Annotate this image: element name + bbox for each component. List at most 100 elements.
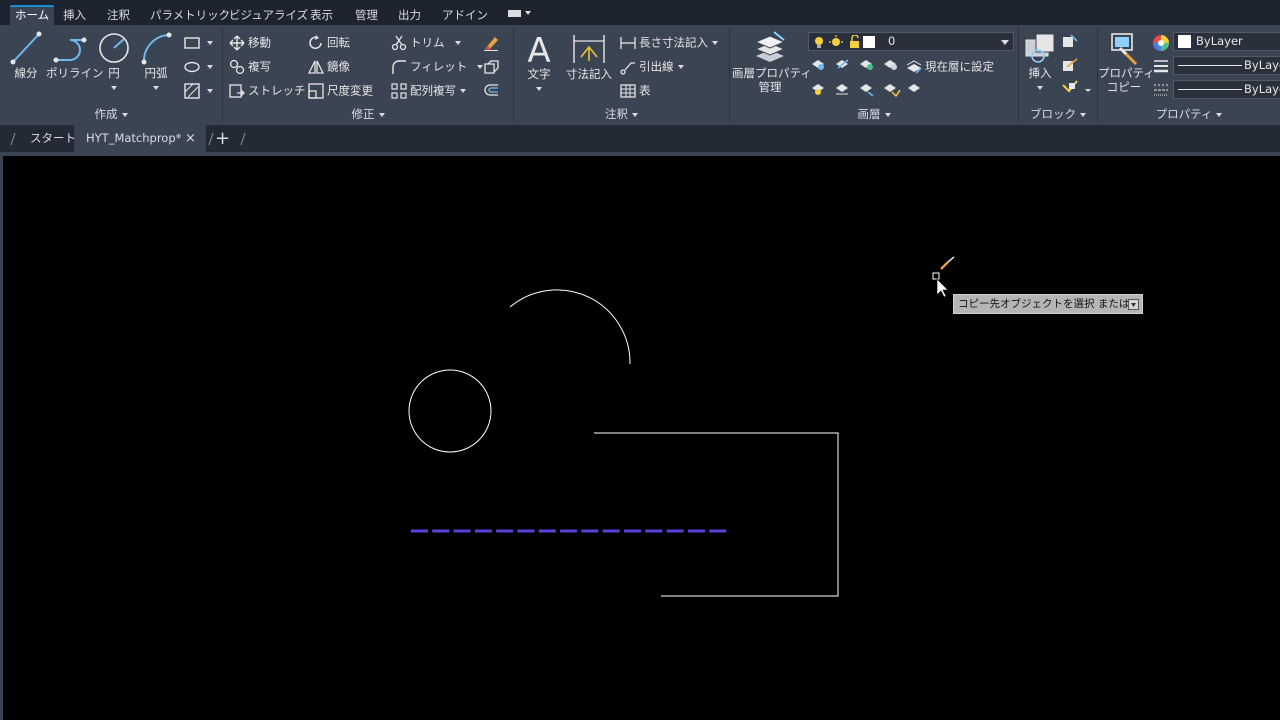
chevron-down-icon — [460, 88, 466, 93]
erase-button[interactable] — [483, 32, 502, 52]
new-tab-button[interactable]: + — [215, 125, 230, 152]
circle-button[interactable]: 円 — [96, 30, 132, 94]
cursor-arrow-icon — [936, 278, 949, 298]
layer-dropdown[interactable]: 0 — [808, 32, 1014, 51]
down-arrow-icon[interactable] — [1128, 299, 1139, 310]
panel-annotation: A 文字 寸法記入 長さ寸法記入 引出線 表 注釈 — [514, 25, 729, 125]
fillet-button[interactable]: フィレット — [391, 56, 484, 76]
chevron-down-icon — [207, 88, 213, 93]
ellipse-button[interactable] — [184, 56, 213, 76]
scissors-icon — [391, 35, 407, 50]
tab-view[interactable]: 表示 — [305, 5, 338, 25]
make-current-layer-button[interactable]: 現在層に設定 — [906, 56, 994, 76]
chevron-down-icon — [1080, 112, 1086, 117]
layer-properties-button[interactable]: 画層プロパティ 管理 — [732, 30, 812, 94]
polyline-button[interactable]: ポリライン — [46, 30, 104, 80]
close-icon[interactable]: × — [185, 125, 196, 152]
mirror-button[interactable]: 鏡像 — [308, 56, 350, 76]
rotate-button[interactable]: 回転 — [308, 32, 350, 52]
tab-divider-icon — [10, 132, 16, 146]
panel-title-properties[interactable]: プロパティ — [1098, 106, 1280, 122]
insert-block-icon — [1025, 33, 1055, 63]
dimension-button[interactable]: 寸法記入 — [564, 29, 614, 81]
stretch-button[interactable]: ストレッチ — [229, 80, 306, 100]
panel-title-block[interactable]: ブロック — [1019, 106, 1097, 122]
chevron-down-icon — [153, 85, 159, 90]
layer-state-icons — [815, 35, 875, 48]
trim-button[interactable]: トリム — [391, 32, 461, 52]
linear-dimension-button[interactable]: 長さ寸法記入 — [620, 32, 718, 52]
panel-properties: プロパティ コピー ByLayer ByLayer ByLayer プロパティ — [1098, 25, 1280, 125]
tab-insert[interactable]: 挿入 — [58, 5, 91, 25]
color-wheel-icon[interactable] — [1152, 34, 1170, 52]
tab-parametric[interactable]: パラメトリック — [145, 5, 235, 25]
explode-icon — [484, 59, 499, 74]
panel-block: 挿入 ブロック — [1019, 25, 1097, 125]
chevron-down-icon — [207, 64, 213, 69]
drawing-canvas[interactable] — [3, 156, 1280, 720]
tab-home[interactable]: ホーム — [10, 5, 55, 25]
drawn-circle[interactable] — [408, 369, 492, 453]
panel-title-annotation[interactable]: 注釈 — [514, 106, 729, 122]
lineweight-dropdown[interactable]: ByLayer — [1173, 56, 1280, 75]
line-sample — [1178, 89, 1242, 90]
hatch-button[interactable] — [184, 80, 213, 100]
circle-icon — [99, 33, 129, 63]
chevron-down-icon — [1216, 112, 1223, 117]
panel-title-create[interactable]: 作成 — [0, 106, 222, 122]
scale-icon — [308, 82, 324, 99]
leader-button[interactable]: 引出線 — [620, 56, 684, 76]
ribbon-minimize-toggle[interactable] — [508, 9, 534, 19]
panel-modify: 移動 回転 トリム 複写 鏡像 フィレット ストレッチ 尺度変更 配列複写 修正 — [223, 25, 513, 125]
rectangle-button[interactable] — [184, 32, 213, 52]
mirror-icon — [308, 60, 324, 74]
rectangle-icon — [184, 36, 200, 49]
line-button[interactable]: 線分 — [8, 30, 44, 80]
tab-manage[interactable]: 管理 — [350, 5, 383, 25]
offset-button[interactable] — [483, 80, 502, 100]
hatch-icon — [184, 82, 200, 99]
lineweight-icon — [1154, 60, 1168, 73]
copy-button[interactable]: 複写 — [229, 56, 271, 76]
stretch-icon — [229, 83, 245, 98]
ellipse-icon — [184, 61, 200, 72]
scale-button[interactable]: 尺度変更 — [308, 80, 373, 100]
ribbon: 線分 ポリライン 円 円弧 作成 移動 回転 トリム 複写 鏡像 フィレット ス… — [0, 25, 1280, 125]
panel-create: 線分 ポリライン 円 円弧 作成 — [0, 25, 222, 125]
chevron-down-icon — [632, 112, 638, 117]
tab-output[interactable]: 出力 — [393, 5, 426, 25]
drawing-geometry[interactable] — [3, 156, 1280, 720]
color-dropdown[interactable]: ByLayer — [1173, 32, 1280, 51]
drawn-arc[interactable] — [509, 289, 631, 365]
file-tab-active[interactable]: HYT_Matchprop* × — [74, 125, 206, 152]
tab-addins[interactable]: アドイン — [437, 5, 493, 25]
text-icon: A — [527, 31, 550, 67]
color-swatch — [1178, 35, 1191, 48]
explode-button[interactable] — [483, 56, 502, 76]
linetype-dropdown[interactable]: ByLayer — [1173, 80, 1280, 99]
arc-button[interactable]: 円弧 — [138, 30, 174, 94]
drawn-polyline[interactable] — [594, 432, 839, 597]
insert-block-button[interactable]: 挿入 — [1021, 30, 1059, 94]
tab-annotate[interactable]: 注釈 — [102, 5, 135, 25]
chevron-down-icon — [121, 112, 128, 117]
match-properties-icon — [1111, 33, 1138, 66]
chevron-down-icon — [1001, 40, 1009, 45]
panel-title-layers[interactable]: 画層 — [730, 106, 1018, 122]
block-tools-icons[interactable] — [1061, 33, 1093, 97]
chevron-down-icon — [454, 40, 461, 45]
ribbon-tab-bar: ホーム 挿入 注釈 パラメトリック ビジュアライズ 表示 管理 出力 アドイン — [0, 0, 1280, 25]
current-layer-name: 0 — [888, 34, 896, 48]
move-button[interactable]: 移動 — [229, 32, 271, 52]
line-icon — [10, 31, 42, 65]
panel-title-modify[interactable]: 修正 — [223, 106, 513, 122]
array-button[interactable]: 配列複写 — [391, 80, 466, 100]
table-button[interactable]: 表 — [620, 80, 651, 100]
tab-visualize[interactable]: ビジュアライズ — [224, 5, 313, 25]
text-button[interactable]: A 文字 — [522, 29, 556, 95]
arc-icon — [141, 32, 172, 65]
chevron-down-icon — [1037, 85, 1043, 90]
match-properties-button[interactable]: プロパティ コピー — [1098, 30, 1155, 94]
arrow-down-icon — [1131, 303, 1136, 307]
rotate-icon — [309, 34, 322, 49]
